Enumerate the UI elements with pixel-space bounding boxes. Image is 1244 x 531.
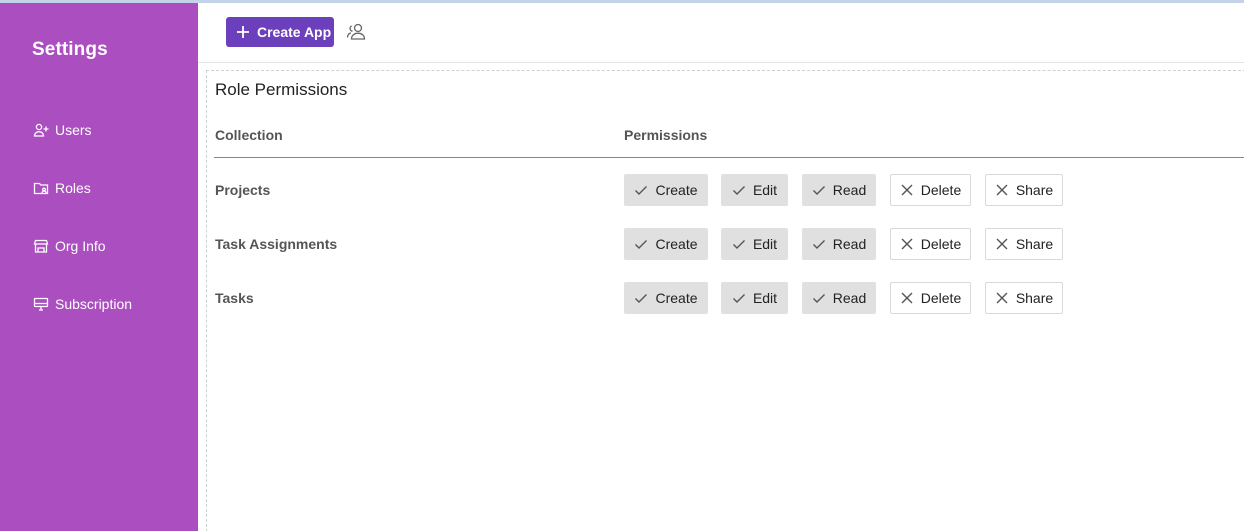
check-icon [812,183,826,197]
sidebar-item-label: Subscription [55,296,133,312]
top-toolbar: Create App [198,3,1244,63]
permission-label: Delete [920,236,962,252]
collection-name: Projects [215,182,271,198]
close-icon [900,183,914,197]
sidebar-item-label: Users [55,122,92,138]
sidebar-item-label: Roles [55,180,91,196]
monitor-icon [32,296,49,313]
check-icon [634,183,648,197]
people-icon[interactable] [346,22,368,42]
check-icon [812,237,826,251]
permission-label: Edit [752,182,778,198]
permission-read-toggle[interactable]: Read [802,174,876,206]
permission-label: Delete [920,290,962,306]
store-icon [32,238,49,255]
check-icon [732,291,746,305]
check-icon [634,237,648,251]
close-icon [900,291,914,305]
permission-share-toggle[interactable]: Share [985,228,1063,260]
sidebar-item-org-info[interactable]: Org Info [32,236,106,256]
permission-create-toggle[interactable]: Create [624,174,708,206]
column-header-permissions: Permissions [624,127,708,143]
permission-read-toggle[interactable]: Read [802,228,876,260]
collection-name: Tasks [215,290,254,306]
sidebar: Settings Users Roles Org Info Subscripti… [0,3,198,531]
close-icon [900,237,914,251]
check-icon [732,237,746,251]
permission-delete-toggle[interactable]: Delete [890,228,971,260]
permission-share-toggle[interactable]: Share [985,174,1063,206]
header-divider [214,157,1244,158]
permission-label: Edit [752,236,778,252]
permission-edit-toggle[interactable]: Edit [721,282,788,314]
permission-delete-toggle[interactable]: Delete [890,282,971,314]
permission-label: Read [832,182,867,198]
collection-name: Task Assignments [215,236,338,252]
check-icon [812,291,826,305]
permission-label: Edit [752,290,778,306]
permission-label: Share [1015,182,1054,198]
sidebar-item-subscription[interactable]: Subscription [32,294,132,314]
permission-edit-toggle[interactable]: Edit [721,174,788,206]
permission-label: Create [655,236,698,252]
role-permissions-panel: Role Permissions Collection Permissions … [206,70,1244,531]
sidebar-item-roles[interactable]: Roles [32,178,91,198]
permission-create-toggle[interactable]: Create [624,282,708,314]
permission-label: Share [1015,236,1054,252]
permission-label: Create [655,290,698,306]
plus-icon [236,25,250,39]
sidebar-item-label: Org Info [55,238,106,254]
permission-edit-toggle[interactable]: Edit [721,228,788,260]
permission-label: Read [832,290,867,306]
close-icon [995,183,1009,197]
check-icon [732,183,746,197]
permission-label: Delete [920,182,962,198]
permission-label: Read [832,236,867,252]
permission-delete-toggle[interactable]: Delete [890,174,971,206]
add-user-icon [32,122,49,139]
permission-create-toggle[interactable]: Create [624,228,708,260]
create-app-button[interactable]: Create App [226,17,334,47]
permission-label: Share [1015,290,1054,306]
sidebar-title: Settings [32,39,108,60]
panel-title: Role Permissions [215,80,348,99]
check-icon [634,291,648,305]
sidebar-item-users[interactable]: Users [32,120,92,140]
create-app-label: Create App [257,24,332,40]
permission-read-toggle[interactable]: Read [802,282,876,314]
permission-share-toggle[interactable]: Share [985,282,1063,314]
folder-user-icon [32,180,49,197]
permission-label: Create [655,182,698,198]
close-icon [995,237,1009,251]
close-icon [995,291,1009,305]
column-header-collection: Collection [215,127,283,143]
